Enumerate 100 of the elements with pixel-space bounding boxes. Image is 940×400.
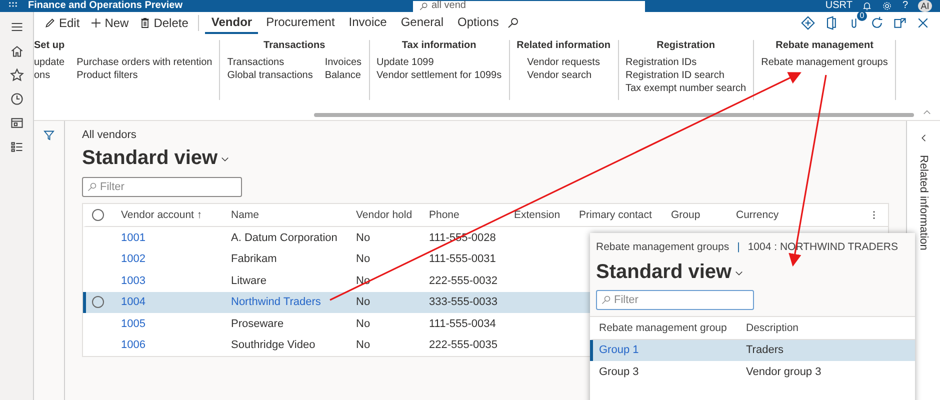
search-icon [87, 182, 97, 192]
ribbon-link[interactable]: Transactions [227, 57, 313, 68]
ribbon-link[interactable]: Update 1099 [376, 57, 502, 68]
column-header[interactable]: Name [224, 209, 349, 221]
table-cell[interactable]: 1005 [114, 318, 224, 330]
table-cell-text: 333-555-0033 [428, 296, 499, 308]
filter-icon [43, 129, 55, 141]
ribbon-link[interactable]: Purchase orders with retention [76, 57, 212, 68]
company-label[interactable]: USRT [825, 0, 852, 12]
table-cell[interactable]: 1002 [114, 253, 224, 266]
column-header[interactable]: Extension [507, 209, 572, 221]
ribbon-link[interactable]: Registration IDs [626, 57, 746, 68]
bell-icon [862, 1, 872, 11]
panel-title: Related information [918, 155, 930, 250]
column-header[interactable]: Phone [422, 209, 507, 221]
settings-icon [882, 1, 892, 11]
view-title[interactable]: Standard view [596, 261, 732, 284]
table-cell-text: Fabrikam [230, 253, 278, 266]
filter-placeholder: Filter [614, 294, 638, 306]
scrollbar[interactable] [314, 113, 914, 117]
diamond-icon [801, 16, 815, 30]
clock-icon [10, 92, 24, 106]
ribbon-link[interactable]: Vendor search [527, 70, 600, 81]
table-cell-text: No [355, 253, 372, 266]
table-cell-text: Northwind Traders [230, 296, 322, 308]
table-cell-text: 111-555-0031 [428, 253, 497, 266]
star-icon [10, 68, 24, 82]
search-icon [506, 17, 519, 29]
table-cell-text: No [355, 339, 372, 352]
column-header[interactable]: Currency [729, 209, 869, 221]
ribbon-link[interactable]: Rebate management groups [761, 57, 888, 68]
table-cell-text: Litware [230, 274, 268, 287]
group-title: Set up [34, 40, 65, 51]
refresh-icon [870, 16, 884, 30]
column-header[interactable]: Group [664, 209, 729, 221]
close-icon [916, 16, 930, 30]
table-cell-text: No [355, 296, 372, 308]
search-value: all vend [432, 0, 466, 12]
menu-icon [10, 20, 24, 34]
table-cell[interactable]: 1004 [114, 296, 224, 308]
filter-field[interactable]: Filter [596, 290, 754, 310]
list-icon [10, 140, 24, 154]
popout-icon [893, 16, 907, 30]
column-header[interactable]: Vendor hold [349, 209, 422, 221]
plus-icon [90, 17, 102, 29]
select-all-radio[interactable] [92, 209, 104, 221]
table-cell-text: Proseware [230, 318, 285, 330]
home-icon [10, 44, 24, 58]
table-cell-text: Vendor group 3 [745, 366, 822, 378]
ribbon-link[interactable]: Invoices [324, 57, 362, 68]
column-header[interactable]: Rebate management group [593, 322, 740, 334]
delete-button[interactable]: Delete [134, 14, 192, 32]
group-title: Tax information [402, 40, 476, 51]
ribbon-link[interactable]: Registration ID search [626, 70, 746, 81]
table-cell[interactable]: 1003 [114, 274, 224, 287]
table-cell[interactable]: 1006 [114, 339, 224, 352]
filter-field[interactable]: Filter [82, 177, 242, 197]
notification-count: 0 [857, 11, 867, 21]
ribbon-tab[interactable]: Procurement [260, 12, 341, 34]
column-header[interactable]: Vendor account ↑ [114, 209, 224, 221]
new-button[interactable]: New [86, 14, 133, 32]
ribbon-tab[interactable]: Options [452, 12, 505, 34]
ribbon-link[interactable]: Tax exempt number search [626, 83, 746, 94]
search-icon [418, 2, 428, 10]
ribbon-link[interactable]: Balance [324, 70, 362, 81]
group-title: Registration [656, 40, 715, 51]
ribbon-link[interactable]: update [34, 57, 65, 68]
ribbon-link[interactable]: Vendor requests [527, 57, 600, 68]
edit-button[interactable]: Edit [40, 14, 84, 32]
page-breadcrumb: All vendors [82, 129, 138, 141]
table-cell-text: 111-555-0034 [428, 318, 497, 330]
group-title: Transactions [264, 40, 326, 51]
group-row[interactable]: Group 1 Traders [590, 340, 915, 361]
table-cell[interactable]: 1001 [114, 232, 224, 244]
workspace-icon [10, 116, 24, 130]
table-cell-text: A. Datum Corporation [230, 232, 338, 244]
row-radio[interactable] [92, 296, 104, 308]
group-title: Related information [516, 40, 610, 51]
ribbon-tab[interactable]: General [394, 12, 450, 34]
office-icon [824, 16, 838, 30]
separator: | [737, 241, 740, 253]
ribbon-link[interactable]: Vendor settlement for 1099s [376, 70, 502, 81]
app-title: Finance and Operations Preview [28, 0, 182, 12]
pencil-icon [44, 17, 56, 29]
help-button[interactable]: ? [902, 0, 908, 12]
table-cell-text: 222-555-0032 [428, 274, 499, 287]
trash-icon [138, 17, 151, 29]
column-header[interactable]: Primary contact [572, 209, 664, 221]
ribbon-link[interactable]: Global transactions [227, 70, 313, 81]
table-cell-text: Group 1 [598, 344, 640, 356]
user-avatar[interactable]: AI [918, 0, 932, 12]
table-cell-text: No [355, 232, 372, 244]
ribbon-tab[interactable]: Invoice [342, 12, 393, 34]
view-title[interactable]: Standard view [82, 147, 218, 170]
table-cell-text: Traders [745, 344, 784, 356]
table-cell-text: Southridge Video [230, 339, 316, 352]
search-field[interactable]: all vend [412, 0, 644, 12]
ribbon-link[interactable]: Product filters [76, 70, 212, 81]
table-cell-text: No [355, 318, 372, 330]
ribbon-link[interactable]: ons [34, 70, 65, 81]
